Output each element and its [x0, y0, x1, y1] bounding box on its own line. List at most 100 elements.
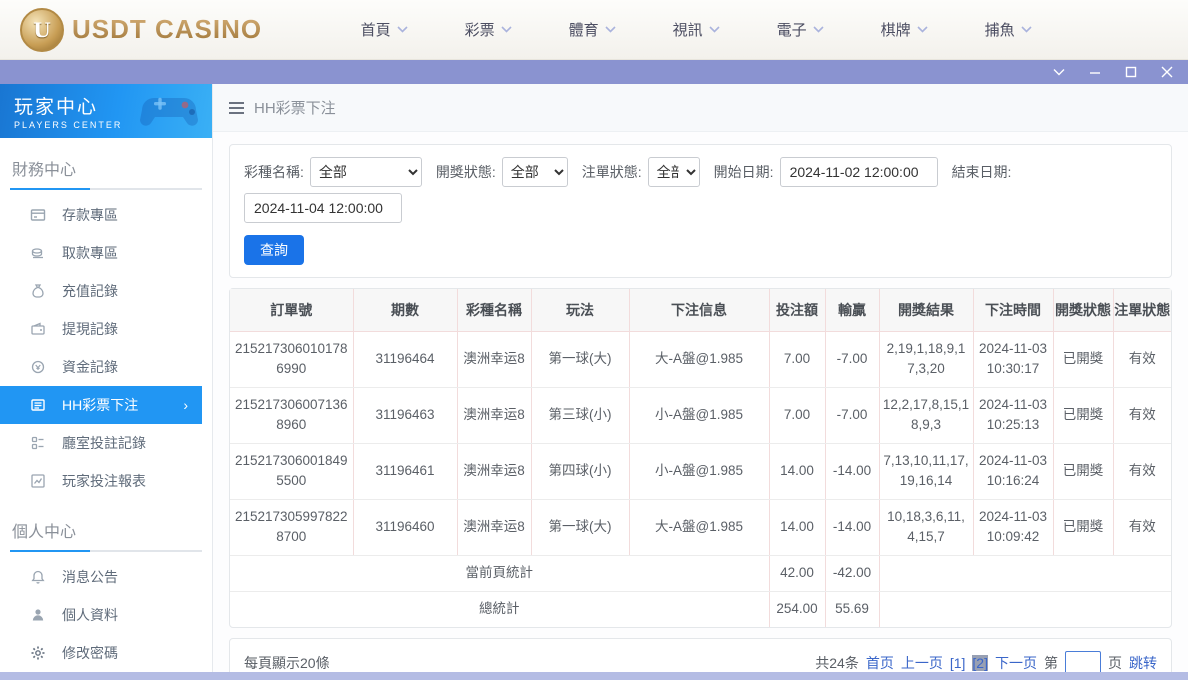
hamburger-menu-icon[interactable]	[229, 102, 244, 114]
end-date-input[interactable]	[244, 193, 402, 223]
sidebar-item-player-report[interactable]: 玩家投注報表	[0, 462, 212, 500]
page-link-1[interactable]: [1]	[950, 655, 966, 671]
deposit-icon	[30, 207, 46, 223]
sidebar-item-label: 取款專區	[62, 243, 118, 263]
cell-playtype: 第四球(小)	[531, 443, 629, 499]
cell-bet-time: 2024-11-03 10:30:17	[973, 331, 1053, 387]
sidebar-item-funds-record[interactable]: 資金記錄	[0, 348, 212, 386]
nav-label: 首頁	[361, 19, 391, 40]
search-button[interactable]: 查詢	[244, 235, 304, 265]
jump-button[interactable]: 跳转	[1129, 653, 1157, 672]
jump-page-input[interactable]	[1065, 651, 1101, 672]
section-title-finance: 財務中心	[0, 138, 212, 188]
jump-suffix-label: 页	[1108, 653, 1122, 672]
logo-text: USDT CASINO	[72, 14, 262, 45]
cell-period: 31196464	[353, 331, 457, 387]
gear-icon	[30, 645, 46, 661]
brand-logo[interactable]: U USDT CASINO	[20, 8, 262, 52]
cell-period: 31196461	[353, 443, 457, 499]
nav-item-boardgames[interactable]: 棋牌	[852, 19, 956, 40]
cell-period: 31196463	[353, 387, 457, 443]
withdraw-icon	[30, 245, 46, 261]
next-page-link[interactable]: 下一页	[995, 653, 1037, 672]
order-status-label: 注單狀態:	[582, 162, 642, 182]
summary-empty	[879, 555, 1171, 591]
nav-label: 體育	[569, 19, 599, 40]
close-icon[interactable]	[1160, 65, 1174, 79]
col-playtype: 玩法	[531, 289, 629, 331]
total-count-text: 共24条	[815, 653, 859, 672]
cell-winloss: -7.00	[825, 331, 879, 387]
player-report-icon	[30, 473, 46, 489]
nav-item-lottery[interactable]: 彩票	[436, 19, 540, 40]
nav-item-fishing[interactable]: 捕魚	[956, 19, 1060, 40]
nav-item-sports[interactable]: 體育	[540, 19, 644, 40]
bet-table: 訂單號 期數 彩種名稱 玩法 下注信息 投注額 輸贏 開獎結果 下注時間 開獎狀…	[230, 289, 1171, 627]
sidebar-item-label: 提現記錄	[62, 319, 118, 339]
table-row: 2152173060101786990 31196464 澳洲幸运8 第一球(大…	[230, 331, 1171, 387]
sidebar-item-withdraw[interactable]: 取款專區	[0, 234, 212, 272]
bell-icon	[30, 569, 46, 585]
coin-letter: U	[33, 18, 50, 42]
nav-label: 棋牌	[881, 19, 911, 40]
nav-item-slots[interactable]: 電子	[748, 19, 852, 40]
col-bet-time: 下注時間	[973, 289, 1053, 331]
cell-draw-result: 2,19,1,18,9,17,3,20	[879, 331, 973, 387]
sidebar: 玩家中心 PLAYERS CENTER 財務中心 存款專區 取款專區 充值記錄	[0, 84, 213, 672]
summary-bet-amount: 42.00	[769, 555, 825, 591]
chevron-down-icon[interactable]	[1052, 65, 1066, 79]
sidebar-item-withdrawal-record[interactable]: 提現記錄	[0, 310, 212, 348]
hall-bet-record-icon	[30, 435, 46, 451]
sidebar-item-profile[interactable]: 個人資料	[0, 596, 212, 634]
cell-draw-status: 已開獎	[1053, 331, 1113, 387]
summary-row-current-page: 當前頁統計 42.00 -42.00	[230, 555, 1171, 591]
sidebar-item-hh-lottery-bet[interactable]: HH彩票下注 ›	[0, 386, 202, 424]
prev-page-link[interactable]: 上一页	[901, 653, 943, 672]
sidebar-item-label: 充值記錄	[62, 281, 118, 301]
table-row: 2152173060071368960 31196463 澳洲幸运8 第三球(小…	[230, 387, 1171, 443]
cell-playtype: 第三球(小)	[531, 387, 629, 443]
start-date-input[interactable]	[780, 157, 938, 187]
draw-status-select[interactable]: 全部	[502, 157, 568, 187]
window-titlebar	[0, 60, 1188, 84]
page-link-2-current[interactable]: [2]	[972, 655, 988, 671]
cell-order-status: 有效	[1113, 443, 1171, 499]
withdrawal-record-icon	[30, 321, 46, 337]
main-content: HH彩票下注 彩種名稱: 全部 開獎狀態: 全部 注單狀態: 全部 開始日期: …	[213, 84, 1188, 672]
sidebar-item-change-password[interactable]: 修改密碼	[0, 634, 212, 672]
cell-order-no: 2152173059978228700	[230, 499, 353, 555]
cell-order-status: 有效	[1113, 387, 1171, 443]
nav-item-video[interactable]: 視訊	[644, 19, 748, 40]
minimize-icon[interactable]	[1088, 65, 1102, 79]
cell-draw-result: 10,18,3,6,11,4,15,7	[879, 499, 973, 555]
sidebar-item-recharge-record[interactable]: 充值記錄	[0, 272, 212, 310]
app-window: U USDT CASINO 首頁 彩票 體育 視訊 電子	[0, 0, 1188, 680]
nav-item-home[interactable]: 首頁	[332, 19, 436, 40]
cell-playtype: 第一球(大)	[531, 331, 629, 387]
maximize-icon[interactable]	[1124, 65, 1138, 79]
chevron-down-icon	[917, 26, 928, 33]
col-lottery-name: 彩種名稱	[457, 289, 531, 331]
sidebar-item-label: 個人資料	[62, 605, 118, 625]
summary-winloss: -42.00	[825, 555, 879, 591]
cell-period: 31196460	[353, 499, 457, 555]
lottery-name-select[interactable]: 全部	[310, 157, 422, 187]
summary-empty	[879, 591, 1171, 627]
cell-order-no: 2152173060018495500	[230, 443, 353, 499]
sidebar-header: 玩家中心 PLAYERS CENTER	[0, 84, 212, 138]
sidebar-item-deposit[interactable]: 存款專區	[0, 196, 212, 234]
cell-bet-amount: 14.00	[769, 443, 825, 499]
first-page-link[interactable]: 首页	[866, 653, 894, 672]
cell-order-no: 2152173060101786990	[230, 331, 353, 387]
cell-draw-status: 已開獎	[1053, 443, 1113, 499]
cell-lottery-name: 澳洲幸运8	[457, 331, 531, 387]
cell-bet-amount: 7.00	[769, 331, 825, 387]
order-status-select[interactable]: 全部	[648, 157, 700, 187]
cell-bet-time: 2024-11-03 10:09:42	[973, 499, 1053, 555]
sidebar-item-notices[interactable]: 消息公告	[0, 558, 212, 596]
nav-label: 電子	[777, 19, 807, 40]
cell-lottery-name: 澳洲幸运8	[457, 499, 531, 555]
person-icon	[30, 607, 46, 623]
cell-draw-status: 已開獎	[1053, 499, 1113, 555]
sidebar-item-hall-bet-record[interactable]: 廳室投註記錄	[0, 424, 212, 462]
